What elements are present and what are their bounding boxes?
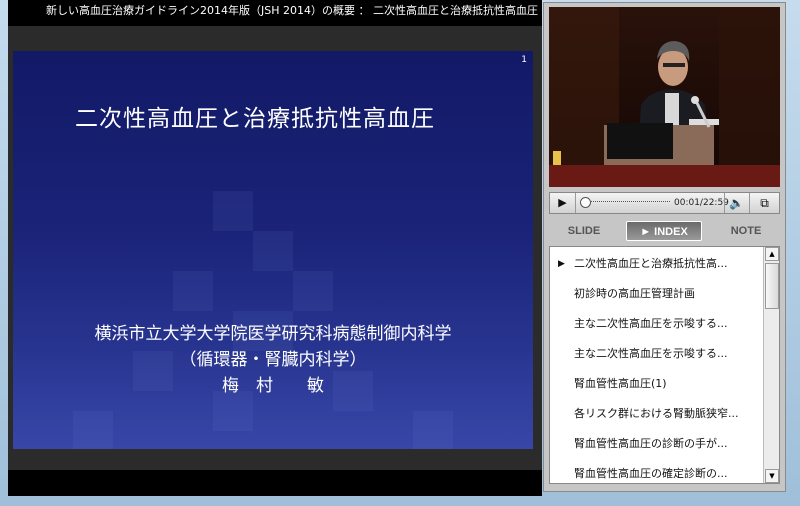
seek-handle[interactable] [580,197,591,208]
popout-button[interactable]: ⧉ [749,193,779,213]
list-item[interactable]: 二次性高血圧と治療抵抗性高... [550,249,762,279]
speaker-video[interactable] [549,7,780,187]
list-item[interactable]: 各リスク群における腎動脈狭窄... [550,399,762,429]
slide-tile [253,231,293,271]
speaker-video-frame [549,7,780,187]
volume-button[interactable]: 🔈 [724,193,748,213]
scroll-down-icon[interactable]: ▼ [765,469,779,483]
list-item[interactable]: 腎血管性高血圧の診断の手が... [550,429,762,459]
slide-tile [173,271,213,311]
scroll-up-icon[interactable]: ▲ [765,247,779,261]
player-controls: ▶ 00:01/22:59 🔈 ⧉ [549,192,780,214]
tab-note[interactable]: NOTE [711,221,781,241]
slide-bottom-strip [8,470,542,496]
tab-index[interactable]: ► INDEX [626,221,702,241]
slide-number: 1 [521,55,527,65]
list-item[interactable]: 腎血管性高血圧(1) [550,369,762,399]
slide-tile [413,411,453,449]
index-scrollbar[interactable]: ▲ ▼ [763,247,779,483]
index-list: 二次性高血圧と治療抵抗性高... 初診時の高血圧管理計画 主な二次性高血圧を示唆… [549,246,780,484]
play-icon: ▶ [558,196,567,209]
play-button[interactable]: ▶ [550,193,576,213]
tab-slide[interactable]: SLIDE [549,221,619,241]
slide-affiliation: 横浜市立大学大学院医学研究科病態制御内科学 [94,324,452,344]
slide-tile [293,271,333,311]
slide-tile [73,411,113,449]
scroll-thumb[interactable] [765,263,779,309]
time-display: 00:01/22:59 [674,198,729,208]
slide-presenter: 梅 村 敏 [222,376,324,396]
list-item[interactable]: 主な二次性高血圧を示唆する... [550,309,762,339]
slide-affiliation-sub: （循環器・腎臓内科学） [179,350,367,370]
slide-tile [213,391,253,431]
slide-title: 二次性高血圧と治療抵抗性高血圧 [75,106,435,132]
speaker-icon: 🔈 [729,196,744,210]
side-panel: ▶ 00:01/22:59 🔈 ⧉ SLIDE ► INDEX NOTE 二次性… [543,2,786,492]
slide-tile [213,191,253,231]
list-item[interactable]: 主な二次性高血圧を示唆する... [550,339,762,369]
slide: 1 二次性高血圧と治療抵抗性高血圧 横浜市立大学大学院医学研究科病態制御内科学 … [13,51,533,449]
list-item[interactable]: 初診時の高血圧管理計画 [550,279,762,309]
list-item[interactable]: 腎血管性高血圧の確定診断の... [550,459,762,483]
seek-bar[interactable] [584,201,670,205]
window-title: 新しい高血圧治療ガイドライン2014年版（JSH 2014）の概要 ： 二次性高… [8,0,542,22]
popout-icon: ⧉ [760,196,769,210]
panel-tabs: SLIDE ► INDEX NOTE [549,219,780,241]
